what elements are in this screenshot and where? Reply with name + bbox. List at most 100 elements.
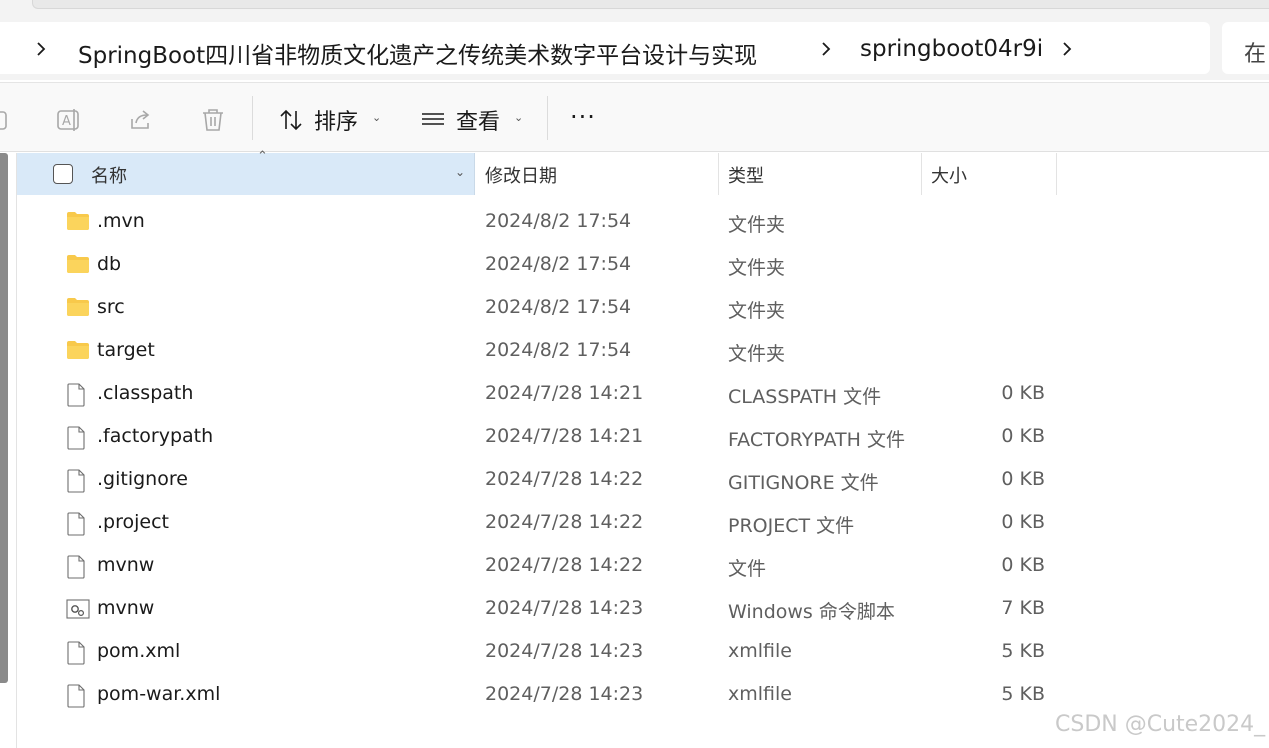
file-list: ⌃ 名称 ⌄ 修改日期 类型 大小 .mvn 2024/8/2 17:54 文件夹 d… (0, 149, 1269, 748)
folder-icon (66, 254, 92, 278)
file-row[interactable]: target 2024/8/2 17:54 文件夹 (0, 330, 1269, 373)
delete-icon[interactable] (200, 107, 226, 133)
file-date: 2024/7/28 14:21 (485, 382, 644, 404)
file-type: GITIGNORE 文件 (728, 472, 879, 494)
breadcrumb-item-folder[interactable]: springboot04r9i (860, 36, 1043, 62)
more-options-button[interactable]: ··· (570, 105, 596, 129)
file-row[interactable]: .mvn 2024/8/2 17:54 文件夹 (0, 201, 1269, 244)
file-type: 文件夹 (728, 343, 786, 365)
toolbar-divider (252, 96, 253, 140)
column-divider[interactable] (921, 153, 922, 195)
view-icon (422, 113, 444, 125)
file-name[interactable]: target (97, 339, 155, 361)
file-date: 2024/8/2 17:54 (485, 339, 632, 361)
toolbar-divider (547, 96, 548, 140)
file-size: 0 KB (1001, 425, 1045, 447)
file-name[interactable]: mvnw (97, 554, 154, 576)
file-name[interactable]: pom.xml (97, 640, 180, 662)
file-name[interactable]: db (97, 253, 121, 275)
file-icon (66, 426, 92, 450)
address-row: SpringBoot四川省非物质文化遗产之传统美术数字平台设计与实现 sprin… (0, 18, 1269, 80)
column-header-name[interactable]: ⌃ 名称 ⌄ (17, 149, 475, 195)
file-type: Windows 命令脚本 (728, 601, 895, 623)
watermark: CSDN @Cute2024_ (1055, 712, 1266, 737)
file-type: 文件 (728, 558, 767, 580)
chevron-down-icon: ⌄ (514, 110, 524, 124)
file-type: FACTORYPATH 文件 (728, 429, 905, 451)
file-size: 0 KB (1001, 468, 1045, 490)
file-row[interactable]: .gitignore 2024/7/28 14:22 GITIGNORE 文件 0 K… (0, 459, 1269, 502)
file-size: 7 KB (1001, 597, 1045, 619)
chevron-down-icon[interactable]: ⌄ (455, 165, 465, 179)
sort-label: 排序 (314, 110, 359, 135)
folder-icon (66, 340, 92, 364)
share-icon[interactable] (128, 107, 154, 133)
sort-button[interactable]: 排序 ⌄ (278, 105, 381, 135)
file-type: 文件夹 (728, 300, 786, 322)
file-rows: .mvn 2024/8/2 17:54 文件夹 db 2024/8/2 17:54 文件夹… (0, 201, 1269, 717)
chevron-right-icon[interactable] (32, 38, 52, 60)
file-date: 2024/7/28 14:21 (485, 425, 644, 447)
column-header-size[interactable]: 大小 (931, 162, 967, 188)
file-icon (66, 512, 92, 536)
file-name[interactable]: src (97, 296, 125, 318)
file-row[interactable]: .classpath 2024/7/28 14:21 CLASSPATH 文件 0 K… (0, 373, 1269, 416)
file-row[interactable]: .factorypath 2024/7/28 14:21 FACTORYPATH 文… (0, 416, 1269, 459)
rename-icon[interactable]: A (56, 107, 82, 133)
file-name[interactable]: .project (97, 511, 169, 533)
file-date: 2024/7/28 14:22 (485, 554, 644, 576)
file-row[interactable]: mvnw 2024/7/28 14:22 文件 0 KB (0, 545, 1269, 588)
column-header-type[interactable]: 类型 (728, 162, 764, 188)
column-header-date[interactable]: 修改日期 (485, 162, 557, 188)
file-date: 2024/7/28 14:22 (485, 511, 644, 533)
command-bar: A 排序 ⌄ 查看 ⌄ ··· (0, 82, 1269, 152)
file-type: xmlfile (728, 683, 792, 705)
file-date: 2024/7/28 14:23 (485, 683, 644, 705)
file-icon (66, 555, 92, 579)
file-row[interactable]: db 2024/8/2 17:54 文件夹 (0, 244, 1269, 287)
file-type: 文件夹 (728, 214, 786, 236)
file-row[interactable]: pom-war.xml 2024/7/28 14:23 xmlfile 5 KB (0, 674, 1269, 717)
file-name[interactable]: .classpath (97, 382, 193, 404)
file-date: 2024/7/28 14:23 (485, 597, 644, 619)
file-type: 文件夹 (728, 257, 786, 279)
breadcrumb-item-project[interactable]: SpringBoot四川省非物质文化遗产之传统美术数字平台设计与实现 (78, 36, 757, 70)
address-bar[interactable]: SpringBoot四川省非物质文化遗产之传统美术数字平台设计与实现 sprin… (0, 22, 1210, 74)
file-row[interactable]: pom.xml 2024/7/28 14:23 xmlfile 5 KB (0, 631, 1269, 674)
file-name[interactable]: .factorypath (97, 425, 213, 447)
sort-ascending-icon: ⌃ (257, 149, 268, 164)
file-date: 2024/7/28 14:22 (485, 468, 644, 490)
chevron-down-icon: ⌄ (372, 110, 382, 124)
file-icon (66, 641, 92, 665)
copy-icon[interactable] (0, 107, 12, 133)
file-type: PROJECT 文件 (728, 515, 855, 537)
tab-edge (32, 0, 1269, 9)
file-name[interactable]: mvnw (97, 597, 154, 619)
select-all-checkbox[interactable] (53, 164, 73, 184)
view-button[interactable]: 查看 ⌄ (420, 105, 523, 135)
file-row[interactable]: .project 2024/7/28 14:22 PROJECT 文件 0 KB (0, 502, 1269, 545)
column-label-name: 名称 (91, 166, 127, 187)
file-row[interactable]: src 2024/8/2 17:54 文件夹 (0, 287, 1269, 330)
column-divider[interactable] (718, 153, 719, 195)
file-name[interactable]: .gitignore (97, 468, 188, 490)
file-date: 2024/7/28 14:23 (485, 640, 644, 662)
folder-icon (66, 211, 92, 235)
file-type: xmlfile (728, 640, 792, 662)
file-size: 0 KB (1001, 554, 1045, 576)
file-row[interactable]: mvnw 2024/7/28 14:23 Windows 命令脚本 7 KB (0, 588, 1269, 631)
file-date: 2024/8/2 17:54 (485, 296, 632, 318)
script-icon (66, 598, 92, 622)
file-size: 5 KB (1001, 683, 1045, 705)
file-type: CLASSPATH 文件 (728, 386, 882, 408)
file-icon (66, 469, 92, 493)
svg-text:A: A (62, 114, 71, 129)
file-name[interactable]: .mvn (97, 210, 145, 232)
search-box[interactable]: 在 (1222, 22, 1269, 74)
file-icon (66, 684, 92, 708)
chevron-right-icon[interactable] (1058, 38, 1078, 60)
file-name[interactable]: pom-war.xml (97, 683, 220, 705)
column-divider[interactable] (1056, 153, 1057, 195)
file-icon (66, 383, 92, 407)
chevron-right-icon[interactable] (817, 38, 837, 60)
